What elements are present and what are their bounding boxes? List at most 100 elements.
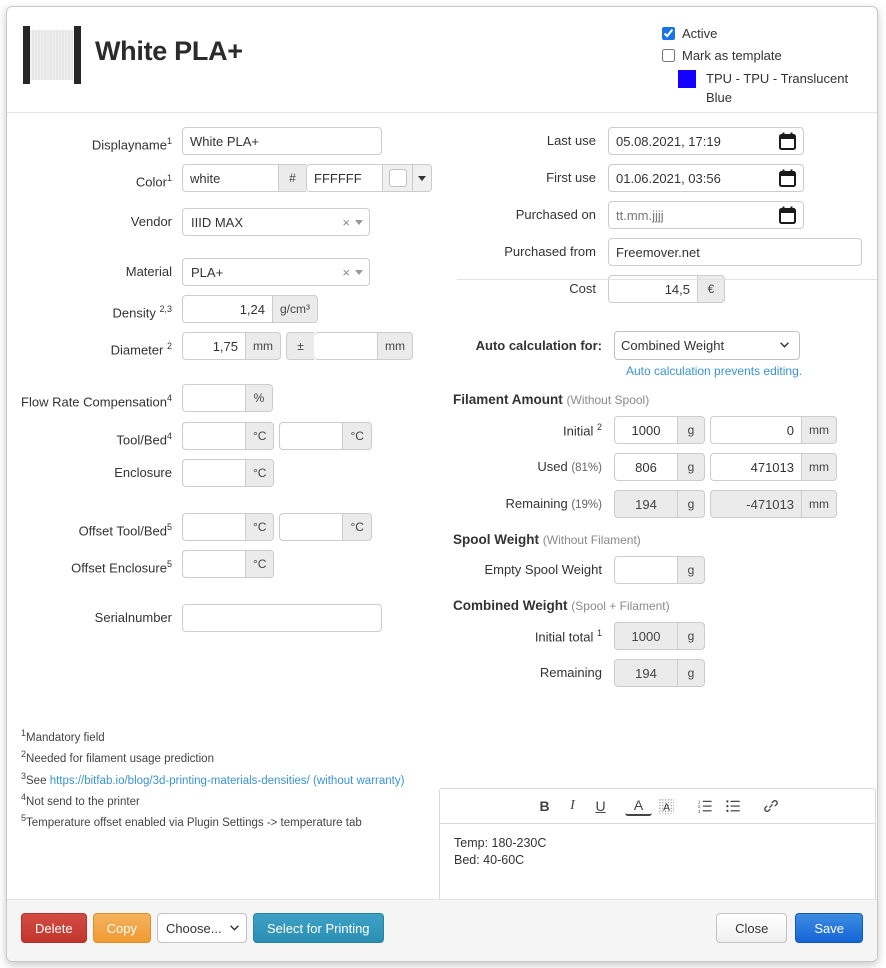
purchased-on-label: Purchased on xyxy=(515,207,596,222)
purchased-from-label: Purchased from xyxy=(504,244,596,259)
displayname-input[interactable] xyxy=(182,127,382,155)
bed-temp-input[interactable] xyxy=(279,422,343,450)
color-hash-addon: # xyxy=(278,164,306,192)
combined-remaining-group: g xyxy=(614,659,705,687)
offset-bed-temp-input[interactable] xyxy=(279,513,343,541)
underline-icon[interactable]: U xyxy=(587,793,614,820)
filament-used-grams-input[interactable] xyxy=(614,453,677,481)
purchased-from-input[interactable] xyxy=(608,238,862,266)
active-checkbox[interactable] xyxy=(662,27,675,40)
flow-rate-input[interactable] xyxy=(182,384,245,412)
last-use-date-wrapper xyxy=(608,127,804,155)
empty-spool-weight-label: Empty Spool Weight xyxy=(484,562,602,577)
dialog-body: Displayname1 Color1 # xyxy=(7,113,877,931)
highlight-color-icon[interactable]: A xyxy=(653,793,680,820)
footnote-2: 2Needed for filament usage prediction xyxy=(21,746,431,767)
mark-as-template-checkbox-row[interactable]: Mark as template xyxy=(662,47,872,64)
flow-rate-input-group: % xyxy=(182,384,273,412)
save-button[interactable]: Save xyxy=(795,913,863,943)
purchased-on-date-wrapper xyxy=(608,201,804,229)
serialnumber-input[interactable] xyxy=(182,604,382,632)
offset-tool-bed-row: Offset Tool/Bed5 °C °C xyxy=(7,513,437,541)
diameter-tolerance-input[interactable] xyxy=(314,332,377,360)
offset-enclosure-input[interactable] xyxy=(182,550,245,578)
link-icon[interactable] xyxy=(757,793,784,820)
vendor-value: IIID MAX xyxy=(191,214,244,230)
first-use-row: First use xyxy=(439,164,877,192)
material-label: Material xyxy=(125,264,172,279)
color-swatch-button[interactable] xyxy=(382,164,412,192)
auto-calculation-select[interactable]: Combined Weight xyxy=(614,331,800,360)
empty-spool-weight-input[interactable] xyxy=(614,556,677,584)
density-reference-link[interactable]: https://bitfab.io/blog/3d-printing-mater… xyxy=(50,774,405,786)
offset-tool-temp-input[interactable] xyxy=(182,513,245,541)
enclosure-unit: °C xyxy=(245,459,275,487)
material-clear-icon[interactable]: × xyxy=(337,265,355,280)
footnote-2-text: Needed for filament usage prediction xyxy=(26,753,214,766)
filament-initial-weight-group: g xyxy=(614,416,705,444)
color-picker-caret[interactable] xyxy=(412,164,432,192)
offset-enclosure-row: Offset Enclosure5 °C xyxy=(7,550,437,578)
copy-button[interactable]: Copy xyxy=(92,913,151,943)
choose-select[interactable]: Choose... xyxy=(156,913,247,943)
unordered-list-icon[interactable] xyxy=(719,793,746,820)
editor-toolbar: B I U A A 1 2 3 xyxy=(440,789,875,824)
tool-temp-input[interactable] xyxy=(182,422,245,450)
delete-button[interactable]: Delete xyxy=(21,913,87,943)
footnote-1: 1Mandatory field xyxy=(21,725,431,746)
diameter-input[interactable] xyxy=(182,332,245,360)
active-checkbox-row[interactable]: Active xyxy=(662,25,872,42)
filament-initial-grams-input[interactable] xyxy=(614,416,677,444)
enclosure-input[interactable] xyxy=(182,459,245,487)
purchased-on-row: Purchased on xyxy=(439,201,877,229)
vendor-label: Vendor xyxy=(130,214,172,229)
color-hex-input[interactable] xyxy=(306,164,382,192)
diameter-row: Diameter 2 mm ± mm xyxy=(7,332,437,360)
filament-used-length-input[interactable] xyxy=(710,453,801,481)
color-name-input[interactable] xyxy=(182,164,278,192)
close-button[interactable]: Close xyxy=(716,913,788,943)
filament-remaining-weight-group: g xyxy=(614,490,705,518)
bed-temp-unit: °C xyxy=(342,422,372,450)
filament-initial-length-input[interactable] xyxy=(710,416,801,444)
filament-remaining-length-input xyxy=(710,490,801,518)
filament-amount-heading: Filament Amount (Without Spool) xyxy=(453,392,877,407)
ordered-list-icon[interactable]: 1 2 3 xyxy=(691,793,718,820)
offset-enclosure-input-group: °C xyxy=(182,550,275,578)
chevron-down-icon xyxy=(355,219,363,225)
combined-initial-total-label: Initial total xyxy=(534,629,594,645)
italic-icon[interactable]: I xyxy=(559,793,586,820)
vendor-clear-icon[interactable]: × xyxy=(337,215,355,230)
flow-rate-unit: % xyxy=(245,384,273,412)
filament-remaining-grams-input xyxy=(614,490,677,518)
tool-bed-sup: 4 xyxy=(166,431,172,441)
density-input[interactable] xyxy=(182,295,272,323)
color-label: Color xyxy=(135,174,167,190)
footnote-5: 5Temperature offset enabled via Plugin S… xyxy=(21,810,431,831)
text-color-icon[interactable]: A xyxy=(625,796,652,816)
material-select[interactable]: PLA+ × xyxy=(182,258,370,286)
color-input-group: # xyxy=(182,164,432,192)
diameter-label: Diameter xyxy=(110,342,164,358)
purchased-on-input[interactable] xyxy=(608,201,804,229)
color-sup: 1 xyxy=(166,173,172,183)
filament-initial-length-unit: mm xyxy=(801,416,837,444)
serialnumber-row: Serialnumber xyxy=(7,604,437,632)
select-for-printing-button[interactable]: Select for Printing xyxy=(252,913,384,943)
bold-icon[interactable]: B xyxy=(531,793,558,820)
filament-amount-subtitle: (Without Spool) xyxy=(566,393,650,407)
header-options: Active Mark as template TPU - TPU - Tran… xyxy=(662,25,872,107)
mark-as-template-checkbox[interactable] xyxy=(662,49,675,62)
empty-spool-weight-unit: g xyxy=(677,556,705,584)
offset-enclosure-label: Offset Enclosure xyxy=(71,560,167,576)
serialnumber-label: Serialnumber xyxy=(94,610,172,625)
material-row: Material PLA+ × xyxy=(7,258,437,286)
vendor-select[interactable]: IIID MAX × xyxy=(182,208,370,236)
first-use-input[interactable] xyxy=(608,164,804,192)
density-unit: g/cm³ xyxy=(272,295,318,323)
filament-initial-length-group: mm xyxy=(710,416,837,444)
last-use-input[interactable] xyxy=(608,127,804,155)
filament-remaining-label-wrap: Remaining (19%) xyxy=(439,490,614,511)
plus-minus-icon: ± xyxy=(286,332,314,360)
enclosure-row: Enclosure °C xyxy=(7,459,437,487)
